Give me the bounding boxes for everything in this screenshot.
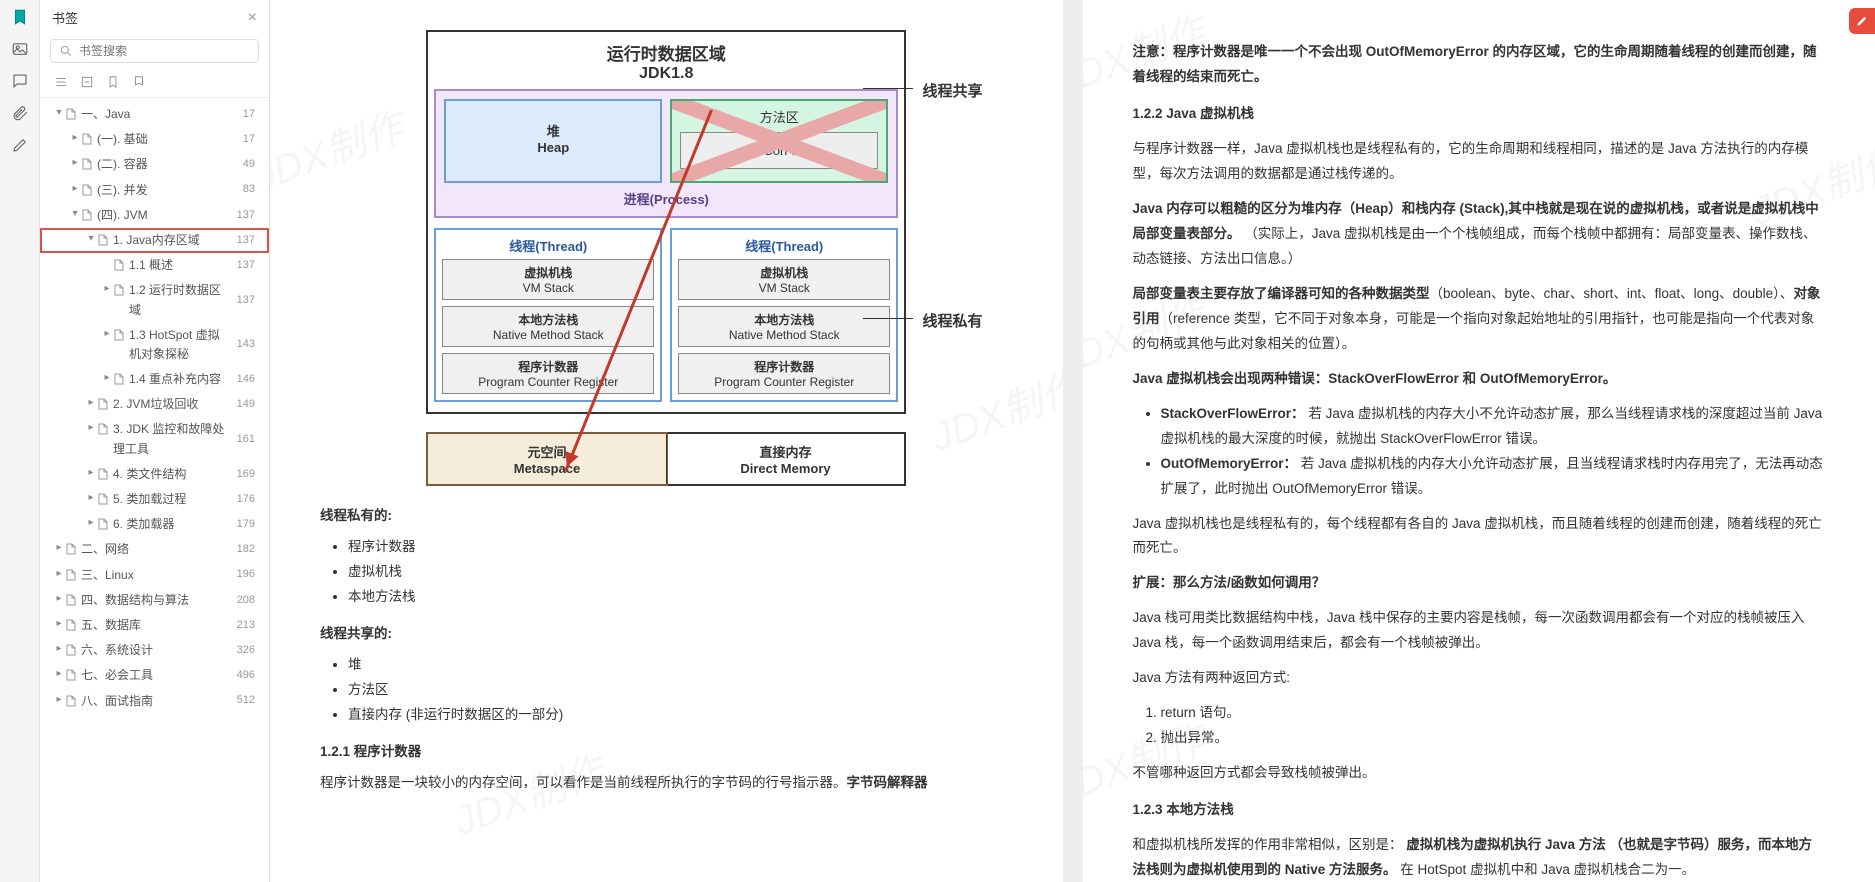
- list-private: 程序计数器 虚拟机栈 本地方法栈: [348, 535, 1013, 610]
- expand-icon[interactable]: [80, 75, 94, 89]
- para-121: 程序计数器是一块较小的内存空间，可以看作是当前线程所执行的字节码的行号指示器。字…: [320, 771, 1013, 796]
- method-area-box: 方法区 R Con ool: [670, 99, 888, 183]
- bookmark-item[interactable]: ▸6. 类加载器179: [40, 512, 269, 537]
- page-left: JDX制作 JDX制作 JDX制作 运行时数据区域 JDK1.8 堆 Heap: [270, 0, 1063, 882]
- bookmark-item[interactable]: ▸七、必会工具496: [40, 663, 269, 688]
- bookmark-toolbar: [40, 71, 269, 98]
- bookmark-item[interactable]: ▸5. 类加载过程176: [40, 487, 269, 512]
- search-input[interactable]: [79, 44, 250, 58]
- edit-icon[interactable]: [11, 136, 29, 154]
- para: 局部变量表主要存放了编译器可知的各种数据类型（boolean、byte、char…: [1133, 282, 1826, 357]
- bookmark-item[interactable]: ▾一、Java17: [40, 102, 269, 127]
- bookmark-small-icon[interactable]: [106, 75, 120, 89]
- heading-private: 线程私有的:: [320, 504, 1013, 529]
- bookmark-sidebar: 书签 × ▾一、Java17▸(一). 基础17▸(二). 容器49▸(三). …: [40, 0, 270, 882]
- collapse-icon[interactable]: [54, 75, 68, 89]
- heading-121: 1.2.1 程序计数器: [320, 740, 1013, 765]
- bookmark-item[interactable]: ▾1. Java内存区域137: [40, 228, 269, 253]
- comment-icon[interactable]: [11, 72, 29, 90]
- bookmark-item[interactable]: ▸2. JVM垃圾回收149: [40, 392, 269, 417]
- bookmark-item[interactable]: ▸五、数据库213: [40, 613, 269, 638]
- bookmark-item[interactable]: ▸(三). 并发83: [40, 178, 269, 203]
- ribbon-icon[interactable]: [132, 75, 146, 89]
- para: Java 栈可用类比数据结构中栈，Java 栈中保存的主要内容是栈帧，每一次函数…: [1133, 606, 1826, 656]
- private-label: 线程私有: [922, 310, 982, 331]
- search-icon: [59, 44, 73, 58]
- document-viewport: JDX制作 JDX制作 JDX制作 运行时数据区域 JDK1.8 堆 Heap: [270, 0, 1875, 882]
- bookmark-item[interactable]: ▸(一). 基础17: [40, 127, 269, 152]
- thread-box: 线程(Thread) 虚拟机栈VM Stack 本地方法栈Native Meth…: [670, 228, 898, 402]
- para: Java 内存可以粗糙的区分为堆内存（Heap）和栈内存 (Stack),其中栈…: [1133, 197, 1826, 272]
- heap-box: 堆 Heap: [444, 99, 662, 183]
- bookmark-tree: ▾一、Java17▸(一). 基础17▸(二). 容器49▸(三). 并发83▾…: [40, 98, 269, 882]
- heading-shared: 线程共享的:: [320, 622, 1013, 647]
- bookmark-item[interactable]: ▸1.3 HotSpot 虚拟机对象探秘143: [40, 323, 269, 367]
- para-note: 注意：程序计数器是唯一一个不会出现 OutOfMemoryError 的内存区域…: [1133, 40, 1826, 90]
- para: 与程序计数器一样，Java 虚拟机栈也是线程私有的，它的生命周期和线程相同，描述…: [1133, 137, 1826, 187]
- attachment-icon[interactable]: [11, 104, 29, 122]
- para: 和虚拟机栈所发挥的作用非常相似，区别是： 虚拟机栈为虚拟机执行 Java 方法 …: [1133, 833, 1826, 882]
- shared-label: 线程共享: [922, 80, 982, 101]
- left-icon-bar: [0, 0, 40, 882]
- list-shared: 堆 方法区 直接内存 (非运行时数据区的一部分): [348, 653, 1013, 728]
- close-icon[interactable]: ×: [248, 9, 257, 27]
- bookmark-item[interactable]: ▸4. 类文件结构169: [40, 462, 269, 487]
- bookmark-item[interactable]: 1.1 概述137: [40, 253, 269, 278]
- para: 扩展：那么方法/函数如何调用？: [1133, 571, 1826, 596]
- heading-123: 1.2.3 本地方法栈: [1133, 798, 1826, 823]
- bookmark-item[interactable]: ▸1.2 运行时数据区域137: [40, 278, 269, 322]
- para: Java 虚拟机栈会出现两种错误：StackOverFlowError 和 Ou…: [1133, 367, 1826, 392]
- bookmark-item[interactable]: ▸1.4 重点补充内容146: [40, 367, 269, 392]
- heading-122: 1.2.2 Java 虚拟机栈: [1133, 102, 1826, 127]
- bookmark-item[interactable]: ▾(四). JVM137: [40, 203, 269, 228]
- error-list: StackOverFlowError： 若 Java 虚拟机栈的内存大小不允许动…: [1161, 402, 1826, 502]
- bookmark-item[interactable]: ▸(二). 容器49: [40, 152, 269, 177]
- page-right: JDX制作 JDX制作 JDX制作 JDX制作 注意：程序计数器是唯一一个不会出…: [1083, 0, 1875, 882]
- bookmark-item[interactable]: ▸3. JDK 监控和故障处理工具161: [40, 417, 269, 461]
- bookmark-item[interactable]: ▸六、系统设计326: [40, 638, 269, 663]
- sidebar-title: 书签: [52, 8, 78, 27]
- bookmark-item[interactable]: ▸二、网络182: [40, 537, 269, 562]
- metaspace-box: 元空间Metaspace 直接内存Direct Memory: [426, 432, 906, 486]
- bookmark-icon[interactable]: [11, 8, 29, 26]
- para: 不管哪种返回方式都会导致栈帧被弹出。: [1133, 761, 1826, 786]
- bookmark-search[interactable]: [50, 39, 259, 63]
- bookmark-item[interactable]: ▸三、Linux196: [40, 563, 269, 588]
- edge-tab-button[interactable]: [1849, 8, 1875, 34]
- return-list: return 语句。 抛出异常。: [1161, 701, 1826, 751]
- bookmark-item[interactable]: ▸八、面试指南512: [40, 689, 269, 714]
- bookmark-item[interactable]: ▸四、数据结构与算法208: [40, 588, 269, 613]
- para: Java 方法有两种返回方式:: [1133, 666, 1826, 691]
- image-icon[interactable]: [11, 40, 29, 58]
- para: Java 虚拟机栈也是线程私有的，每个线程都有各自的 Java 虚拟机栈，而且随…: [1133, 512, 1826, 562]
